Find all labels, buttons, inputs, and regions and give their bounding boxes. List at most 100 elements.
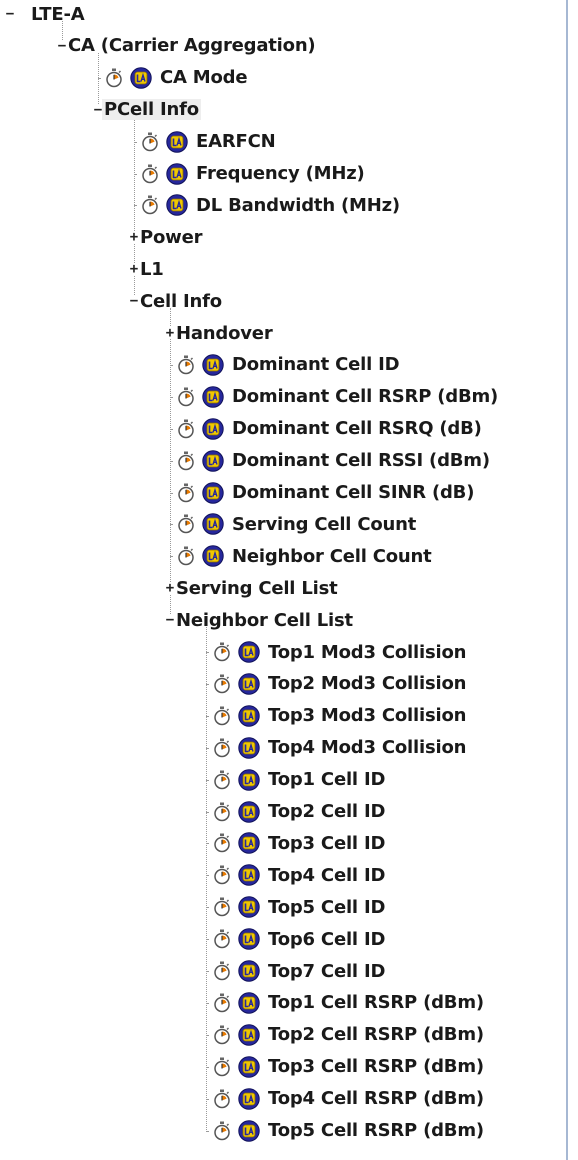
la-badge-icon: [238, 992, 260, 1014]
tree-guide-horizontal: [134, 173, 136, 175]
tree-item-top3-mod3-collision[interactable]: Top3 Mod3 Collision: [212, 701, 466, 731]
tree-item-label: Top6 Cell ID: [268, 928, 386, 950]
tree-item-label: CA Mode: [160, 67, 248, 89]
tree-guide-horizontal: [170, 492, 172, 494]
tree-item-dominant-cell-sinr-db[interactable]: Dominant Cell SINR (dB): [176, 478, 474, 508]
stopwatch-icon: [212, 706, 232, 726]
la-badge-icon: [238, 864, 260, 886]
collapse-toggle[interactable]: −: [164, 613, 176, 627]
tree-guide-horizontal: [170, 556, 172, 558]
tree-guide-horizontal: [170, 364, 172, 366]
tree-guide-horizontal: [206, 779, 208, 781]
tree-item-earfcn[interactable]: EARFCN: [140, 127, 276, 157]
tree-item-top5-cell-id[interactable]: Top5 Cell ID: [212, 892, 385, 922]
tree-item-top3-cell-id[interactable]: Top3 Cell ID: [212, 828, 385, 858]
la-badge-icon: [238, 800, 260, 823]
collapse-toggle[interactable]: −: [4, 7, 16, 21]
tree-item-top7-cell-id[interactable]: Top7 Cell ID: [212, 956, 385, 986]
tree-guide-horizontal: [134, 141, 136, 143]
tree-item-label: Dominant Cell ID: [232, 354, 400, 376]
tree-guide-horizontal: [206, 715, 208, 717]
stopwatch-icon: [140, 195, 160, 215]
tree-item-top4-cell-id[interactable]: Top4 Cell ID: [212, 860, 385, 890]
tree-item-handover[interactable]: Handover: [176, 318, 273, 348]
tree-guide-horizontal: [206, 875, 208, 877]
tree-item-top6-cell-id[interactable]: Top6 Cell ID: [212, 924, 385, 954]
tree-item-serving-cell-count[interactable]: Serving Cell Count: [176, 509, 416, 539]
stopwatch-icon: [212, 961, 232, 981]
tree-item-label: Frequency (MHz): [196, 163, 365, 184]
tree-guide-horizontal: [206, 939, 208, 941]
stopwatch-icon: [212, 642, 232, 662]
tree-item-label: DL Bandwidth (MHz): [196, 194, 400, 216]
tree-item-label: Top3 Cell RSRP (dBm): [268, 1056, 484, 1078]
expand-toggle[interactable]: +: [128, 230, 140, 244]
tree-item-frequency-mhz[interactable]: Frequency (MHz): [140, 159, 365, 189]
tree-item-top2-cell-id[interactable]: Top2 Cell ID: [212, 797, 385, 827]
tree-item-top5-cell-rsrp-dbm[interactable]: Top5 Cell RSRP (dBm): [212, 1116, 484, 1146]
stopwatch-icon: [176, 387, 196, 407]
stopwatch-icon: [176, 514, 196, 534]
la-badge-icon: [238, 1119, 260, 1142]
tree-item-top1-cell-rsrp-dbm[interactable]: Top1 Cell RSRP (dBm): [212, 988, 484, 1018]
stopwatch-icon: [176, 546, 196, 566]
tree-guide-vertical: [206, 627, 207, 1131]
tree-item-label: PCell Info: [102, 99, 201, 121]
stopwatch-icon: [212, 1121, 232, 1141]
tree-item-label: EARFCN: [196, 131, 276, 153]
tree-view[interactable]: − LTE-A − CA (Carrier Aggregation) CA Mode − P…: [0, 0, 578, 1160]
tree-item-power[interactable]: Power: [140, 222, 202, 252]
tree-item-top1-cell-id[interactable]: Top1 Cell ID: [212, 765, 385, 795]
tree-item-top2-mod3-collision[interactable]: Top2 Mod3 Collision: [212, 669, 466, 699]
tree-item-label: Top5 Cell RSRP (dBm): [268, 1120, 484, 1141]
tree-item-label: Serving Cell Count: [232, 513, 417, 535]
stopwatch-icon: [212, 674, 232, 694]
tree-item-label: Power: [140, 226, 203, 248]
tree-item-top2-cell-rsrp-dbm[interactable]: Top2 Cell RSRP (dBm): [212, 1020, 484, 1050]
la-badge-icon: [238, 960, 260, 982]
collapse-toggle[interactable]: −: [128, 294, 140, 308]
tree-guide-horizontal: [170, 396, 172, 398]
tree-item-neighbor-cell-count[interactable]: Neighbor Cell Count: [176, 541, 432, 571]
stopwatch-icon: [212, 1057, 232, 1077]
tree-item-dl-bandwidth-mhz[interactable]: DL Bandwidth (MHz): [140, 190, 400, 220]
tree-item-ca-carrier-aggregation[interactable]: CA (Carrier Aggregation): [68, 31, 316, 61]
tree-guide-vertical: [170, 308, 171, 621]
tree-item-top3-cell-rsrp-dbm[interactable]: Top3 Cell RSRP (dBm): [212, 1052, 484, 1082]
panel-border: [566, 0, 568, 1160]
tree-item-serving-cell-list[interactable]: Serving Cell List: [176, 573, 338, 603]
tree-item-label: Top2 Cell RSRP (dBm): [268, 1024, 484, 1046]
tree-guide-horizontal: [134, 205, 136, 207]
stopwatch-icon: [212, 1025, 232, 1045]
stopwatch-icon: [212, 770, 232, 790]
expand-toggle[interactable]: +: [164, 581, 176, 595]
collapse-toggle[interactable]: −: [56, 39, 68, 53]
tree-item-lte-a[interactable]: LTE-A: [31, 0, 85, 29]
la-badge-icon: [238, 1055, 260, 1078]
tree-item-neighbor-cell-list[interactable]: Neighbor Cell List: [176, 605, 353, 635]
tree-item-cell-info[interactable]: Cell Info: [140, 286, 222, 316]
tree-item-dominant-cell-rsrp-dbm[interactable]: Dominant Cell RSRP (dBm): [176, 382, 498, 412]
tree-guide-horizontal: [206, 1066, 208, 1068]
la-badge-icon: [202, 481, 224, 504]
tree-item-label: Top3 Mod3 Collision: [268, 705, 467, 727]
tree-item-label: Neighbor Cell List: [176, 609, 353, 631]
tree-item-dominant-cell-rssi-dbm[interactable]: Dominant Cell RSSI (dBm): [176, 446, 490, 476]
la-badge-icon: [202, 449, 224, 472]
tree-item-label: Top5 Cell ID: [268, 896, 386, 918]
stopwatch-icon: [212, 929, 232, 949]
tree-item-dominant-cell-id[interactable]: Dominant Cell ID: [176, 350, 400, 380]
tree-item-label: Top2 Cell ID: [268, 801, 386, 822]
tree-item-label: Top2 Mod3 Collision: [268, 673, 467, 695]
tree-item-l1[interactable]: L1: [140, 254, 164, 284]
tree-item-top4-mod3-collision[interactable]: Top4 Mod3 Collision: [212, 733, 466, 763]
tree-item-ca-mode[interactable]: CA Mode: [104, 63, 248, 93]
tree-item-top4-cell-rsrp-dbm[interactable]: Top4 Cell RSRP (dBm): [212, 1084, 484, 1114]
tree-item-dominant-cell-rsrq-db[interactable]: Dominant Cell RSRQ (dB): [176, 414, 482, 444]
tree-item-top1-mod3-collision[interactable]: Top1 Mod3 Collision: [212, 637, 466, 667]
tree-item-label: Dominant Cell RSRP (dBm): [232, 386, 499, 408]
expand-toggle[interactable]: +: [128, 262, 140, 276]
tree-item-pcell-info[interactable]: PCell Info: [102, 95, 201, 125]
expand-toggle[interactable]: +: [164, 326, 176, 340]
la-badge-icon: [238, 641, 260, 663]
